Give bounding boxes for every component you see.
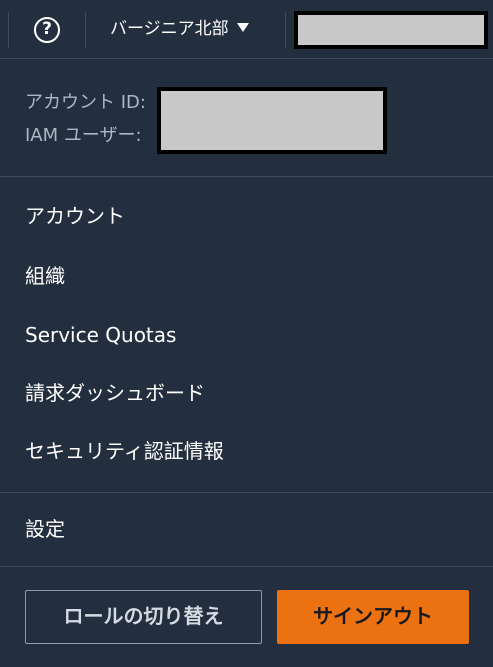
help-icon[interactable]: ? [34, 17, 60, 43]
nav-separator [85, 12, 86, 48]
account-info-section: アカウント ID: IAM ユーザー: [0, 60, 493, 177]
switch-role-button[interactable]: ロールの切り替え [25, 590, 262, 644]
region-selector[interactable]: バージニア北部 [110, 17, 249, 41]
account-menu-button-redacted[interactable] [294, 11, 488, 49]
menu-item-billing-dashboard[interactable]: 請求ダッシュボード [25, 378, 205, 408]
menu-divider [0, 566, 493, 567]
menu-item-account[interactable]: アカウント [25, 201, 125, 231]
iam-user-label: IAM ユーザー: [25, 125, 142, 146]
menu-item-service-quotas[interactable]: Service Quotas [25, 320, 176, 350]
region-label: バージニア北部 [110, 19, 229, 39]
caret-down-icon [236, 23, 249, 32]
menu-divider [0, 492, 493, 493]
top-navigation-bar: ? バージニア北部 [0, 0, 493, 59]
nav-separator [8, 12, 9, 48]
menu-item-security-credentials[interactable]: セキュリティ認証情報 [25, 436, 224, 466]
menu-item-settings[interactable]: 設定 [25, 514, 65, 544]
menu-item-organizations[interactable]: 組織 [25, 261, 65, 291]
redacted-account-details [157, 87, 387, 154]
sign-out-button[interactable]: サインアウト [277, 590, 469, 644]
nav-separator [285, 12, 286, 48]
account-id-label: アカウント ID: [25, 92, 146, 113]
